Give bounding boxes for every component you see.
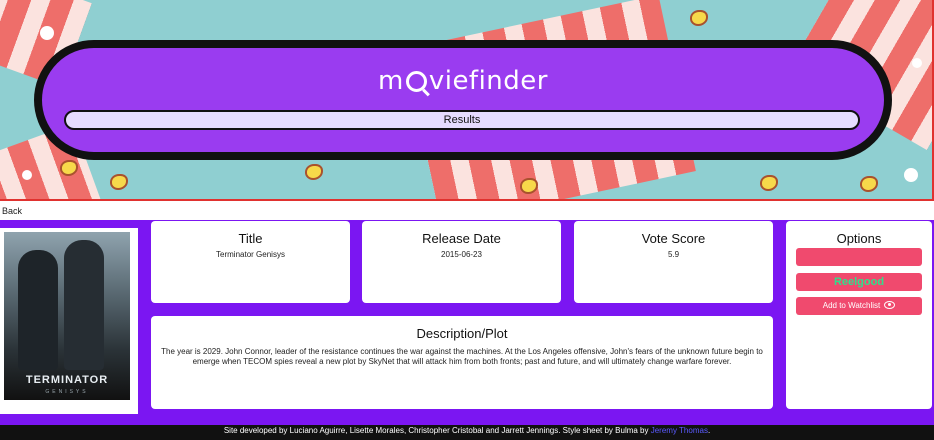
site-logo[interactable]: m viefinder <box>42 66 884 96</box>
back-button[interactable]: Back <box>0 202 30 220</box>
add-to-watchlist-button[interactable]: Add to Watchlist <box>796 297 922 315</box>
title-heading: Title <box>238 231 263 246</box>
watchlist-label: Add to Watchlist <box>822 301 881 310</box>
author-link[interactable]: Jeremy Thomas <box>651 426 708 435</box>
poster-image: TERMINATOR GENISYS <box>4 232 130 400</box>
confetti-dot <box>904 168 918 182</box>
popcorn-kernel <box>860 176 878 192</box>
vote-score-value: 5.9 <box>667 250 680 259</box>
reelgood-logo: Reelgood <box>833 276 885 288</box>
options-heading: Options <box>836 231 882 246</box>
footer-end: . <box>707 426 711 435</box>
poster-subtitle: GENISYS <box>45 389 89 395</box>
popcorn-kernel <box>760 175 778 191</box>
popcorn-kernel <box>690 10 708 26</box>
option-button-blank[interactable] <box>796 248 922 266</box>
description-text: The year is 2029. John Connor, leader of… <box>161 347 763 366</box>
title-card: Title Terminator Genisys <box>151 221 350 303</box>
confetti-dot <box>912 58 922 68</box>
movie-detail-section: TERMINATOR GENISYS Title Terminator Geni… <box>0 220 934 425</box>
description-heading: Description/Plot <box>416 326 508 341</box>
confetti-dot <box>22 170 32 180</box>
vote-score-card: Vote Score 5.9 <box>574 221 773 303</box>
poster-figure <box>18 250 58 370</box>
release-date-heading: Release Date <box>422 231 501 246</box>
logo-text-suffix: viefinder <box>428 66 548 96</box>
popcorn-kernel <box>110 174 128 190</box>
release-date-value: 2015-06-23 <box>441 250 482 259</box>
footer-text: Site developed by Luciano Aguirre, Liset… <box>223 426 651 435</box>
logo-text-prefix: m <box>378 66 404 96</box>
release-date-card: Release Date 2015-06-23 <box>362 221 561 303</box>
hero-banner: m viefinder Results <box>0 0 934 201</box>
movie-poster: TERMINATOR GENISYS <box>0 228 138 414</box>
popcorn-kernel <box>305 164 323 180</box>
poster-title: TERMINATOR <box>25 374 109 386</box>
poster-figure <box>64 240 104 370</box>
options-card: Options Reelgood Add to Watchlist <box>786 221 932 409</box>
confetti-dot <box>40 26 54 40</box>
results-button[interactable]: Results <box>64 110 860 130</box>
reelgood-button[interactable]: Reelgood <box>796 273 922 291</box>
eye-icon <box>884 301 896 309</box>
magnifier-icon <box>405 71 427 92</box>
vote-score-heading: Vote Score <box>641 231 706 246</box>
site-footer: Site developed by Luciano Aguirre, Liset… <box>0 425 934 440</box>
description-card: Description/Plot The year is 2029. John … <box>151 316 773 409</box>
header-pill: m viefinder Results <box>34 40 892 160</box>
title-value: Terminator Genisys <box>216 250 285 259</box>
